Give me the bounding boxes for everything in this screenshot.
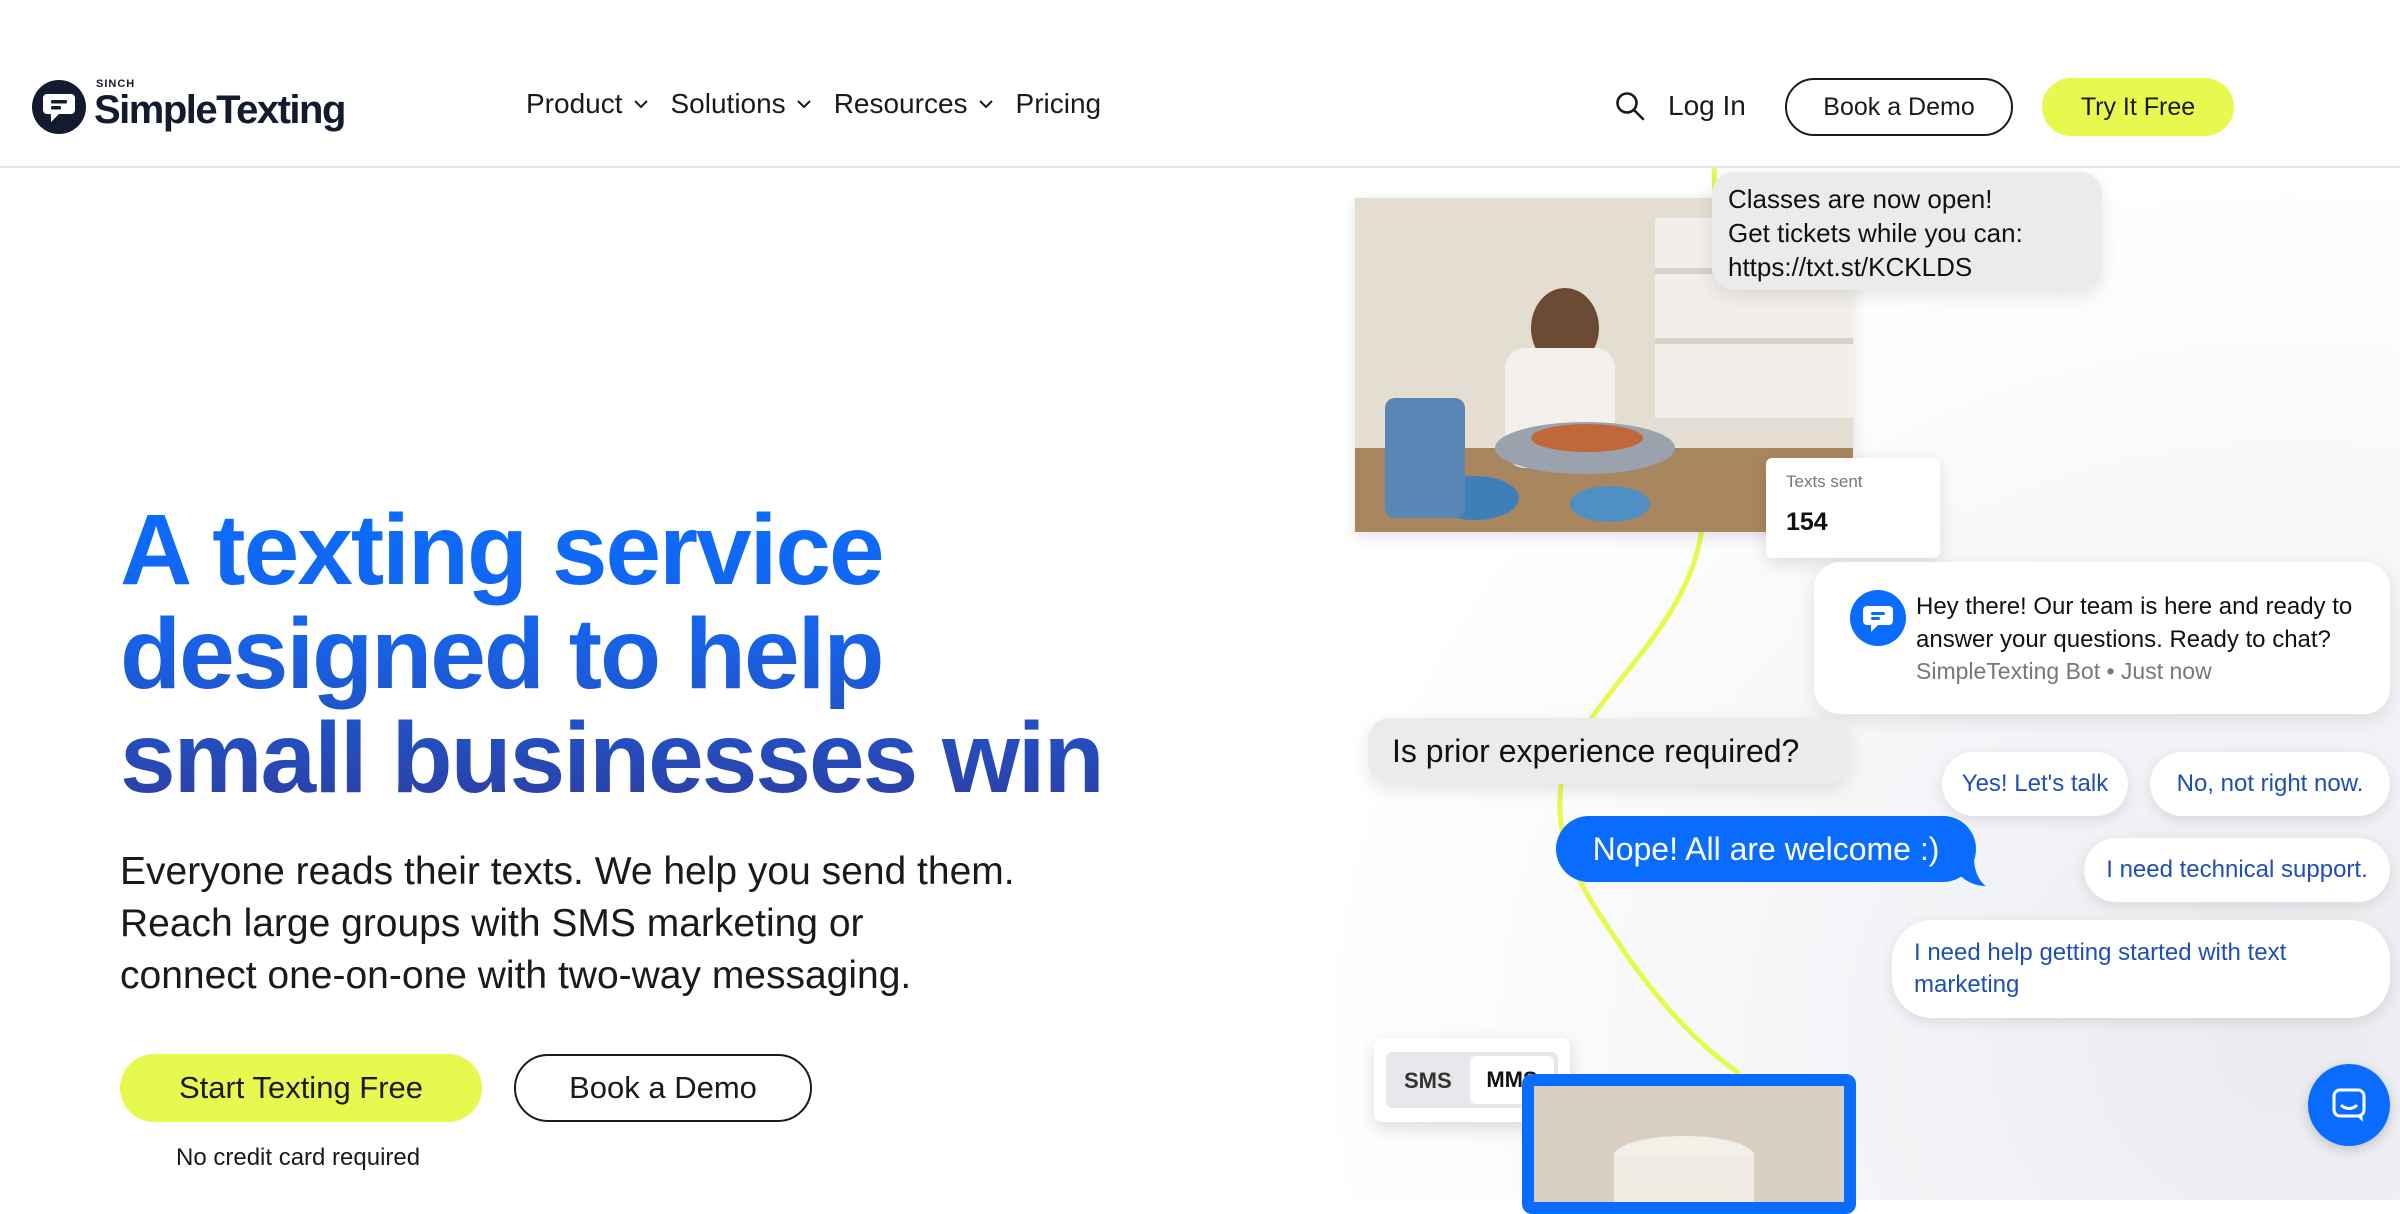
nav-solutions-label: Solutions: [670, 88, 786, 119]
nav-product-label: Product: [526, 88, 623, 119]
nav-solutions[interactable]: Solutions: [671, 88, 812, 120]
nav-pricing[interactable]: Pricing: [1016, 88, 1102, 120]
classes-line1: Classes are now open!: [1728, 184, 1993, 214]
question-bubble: Is prior experience required?: [1368, 718, 1850, 784]
hero-subtitle-line3: connect one-on-one with two-way messagin…: [120, 954, 912, 997]
logo[interactable]: SINCH SimpleTexting: [32, 78, 362, 140]
reply-getting-started-chip[interactable]: I need help getting started with text ma…: [1892, 920, 2390, 1018]
texts-sent-card: Texts sent 154: [1766, 458, 1940, 558]
hero-title-line2: designed to help: [120, 598, 883, 710]
speech-bubble-icon: [1863, 606, 1893, 632]
nav-resources[interactable]: Resources: [834, 88, 994, 120]
chevron-down-icon: [796, 100, 811, 109]
start-texting-free-button[interactable]: Start Texting Free: [120, 1054, 482, 1122]
hero-subtitle-line1: Everyone reads their texts. We help you …: [120, 850, 1015, 893]
classes-open-bubble: Classes are now open! Get tickets while …: [1712, 172, 2102, 290]
main-nav: Product Solutions Resources Pricing: [526, 88, 1123, 120]
search-icon[interactable]: [1614, 90, 1646, 122]
hero-subtitle: Everyone reads their texts. We help you …: [120, 846, 1160, 1002]
book-demo-button[interactable]: Book a Demo: [1785, 78, 2013, 136]
bot-avatar: [1850, 590, 1906, 646]
nav-pricing-label: Pricing: [1015, 88, 1102, 119]
bubble-tail-icon: [1956, 858, 1986, 886]
chat-icon: [2332, 1088, 2366, 1122]
hero-title-line3: small businesses win: [120, 702, 1103, 814]
chevron-down-icon: [978, 100, 993, 109]
hero-title: A texting service designed to help small…: [120, 498, 1300, 810]
cup-photo: [1522, 1074, 1856, 1214]
bot-message-meta: SimpleTexting Bot • Just now: [1916, 658, 2212, 684]
hero-book-demo-button[interactable]: Book a Demo: [514, 1054, 812, 1122]
speech-bubble-logo-icon: [32, 80, 86, 134]
answer-bubble: Nope! All are welcome :): [1556, 816, 1976, 882]
chevron-down-icon: [633, 100, 648, 109]
texts-sent-value: 154: [1786, 508, 1828, 536]
chat-bot-message-card: Hey there! Our team is here and ready to…: [1814, 562, 2390, 714]
reply-no-chip[interactable]: No, not right now.: [2150, 752, 2390, 816]
hero-title-line1: A texting service: [120, 494, 883, 606]
bot-message-text: Hey there! Our team is here and ready to…: [1916, 593, 2353, 653]
reply-technical-support-chip[interactable]: I need technical support.: [2084, 838, 2390, 902]
site-header: SINCH SimpleTexting Product Solutions Re…: [0, 0, 2400, 168]
no-credit-card-note: No credit card required: [176, 1144, 421, 1171]
nav-resources-label: Resources: [833, 88, 968, 119]
login-link[interactable]: Log In: [1668, 90, 1746, 122]
chat-launcher-button[interactable]: [2308, 1064, 2390, 1146]
toggle-sms-option[interactable]: SMS: [1404, 1068, 1452, 1094]
cup-illustration: [1534, 1086, 1844, 1202]
hero-subtitle-line2: Reach large groups with SMS marketing or: [120, 902, 864, 945]
logo-text: SimpleTexting: [94, 88, 346, 132]
try-free-button[interactable]: Try It Free: [2042, 78, 2234, 136]
nav-product[interactable]: Product: [526, 88, 649, 120]
classes-line2: Get tickets while you can:: [1728, 218, 2023, 248]
classes-link: https://txt.st/KCKLDS: [1728, 252, 1973, 282]
texts-sent-label: Texts sent: [1786, 472, 1863, 491]
reply-yes-chip[interactable]: Yes! Let's talk: [1942, 752, 2128, 816]
